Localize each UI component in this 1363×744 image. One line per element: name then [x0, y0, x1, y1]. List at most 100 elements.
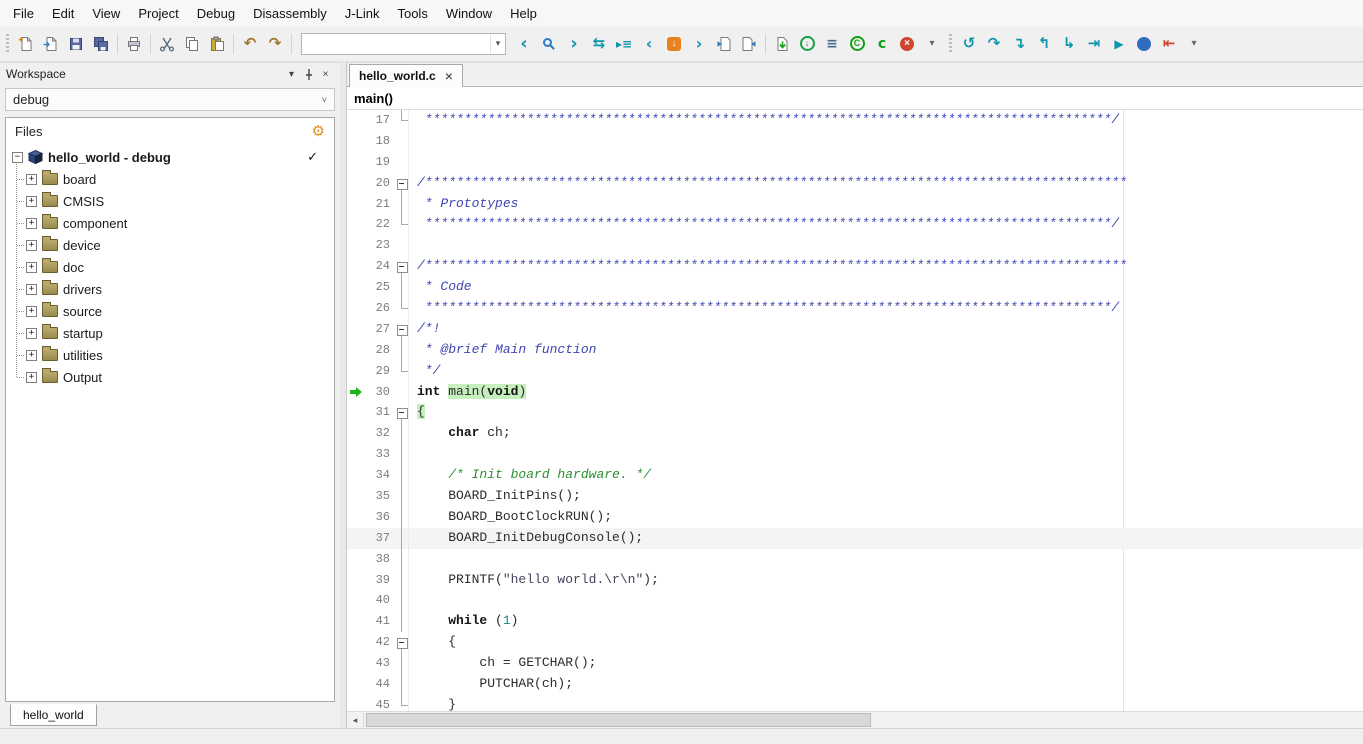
save-all-icon[interactable]: [89, 32, 113, 56]
find-previous-icon[interactable]: ‹: [512, 32, 536, 56]
code-line-29[interactable]: 29 */: [347, 361, 1363, 382]
expand-icon[interactable]: +: [26, 328, 37, 339]
code-line-38[interactable]: 38: [347, 549, 1363, 570]
undo-icon[interactable]: ↶: [238, 32, 262, 56]
code-line-44[interactable]: 44 PUTCHAR(ch);: [347, 674, 1363, 695]
expand-icon[interactable]: +: [26, 218, 37, 229]
next-statement-icon[interactable]: ↳: [1057, 32, 1081, 56]
previous-bookmark-icon[interactable]: ‹: [637, 32, 661, 56]
debug-log-icon[interactable]: ≡: [820, 32, 844, 56]
code-line-20[interactable]: 20/*************************************…: [347, 173, 1363, 194]
menu-window[interactable]: Window: [437, 2, 501, 25]
compile-icon[interactable]: c: [870, 32, 894, 56]
previous-error-icon[interactable]: [712, 32, 736, 56]
horizontal-scrollbar[interactable]: ◂: [347, 711, 1363, 728]
code-line-19[interactable]: 19: [347, 152, 1363, 173]
step-over-icon[interactable]: ↷: [982, 32, 1006, 56]
workspace-menu-icon[interactable]: ▾: [283, 66, 300, 83]
tree-item-component[interactable]: +component: [12, 212, 334, 234]
break-icon[interactable]: [1132, 32, 1156, 56]
code-line-26[interactable]: 26 *************************************…: [347, 298, 1363, 319]
expand-icon[interactable]: +: [26, 372, 37, 383]
step-out-icon[interactable]: ↰: [1032, 32, 1056, 56]
expand-icon[interactable]: +: [26, 350, 37, 361]
tree-item-output[interactable]: +Output: [12, 366, 334, 388]
code-line-45[interactable]: 45 }: [347, 695, 1363, 711]
code-line-39[interactable]: 39 PRINTF("hello world.\r\n");: [347, 570, 1363, 591]
code-line-25[interactable]: 25 * Code: [347, 277, 1363, 298]
expand-icon[interactable]: +: [26, 262, 37, 273]
tab-close-icon[interactable]: ×: [445, 69, 453, 83]
fold-toggle-icon[interactable]: [395, 632, 409, 653]
menu-tools[interactable]: Tools: [388, 2, 436, 25]
go-to-definition-icon[interactable]: ▸≡: [612, 32, 636, 56]
code-line-31[interactable]: 31{: [347, 402, 1363, 423]
scroll-left-icon[interactable]: ◂: [347, 712, 364, 728]
redo-icon[interactable]: ↷: [263, 32, 287, 56]
copy-icon[interactable]: [180, 32, 204, 56]
expand-icon[interactable]: +: [26, 196, 37, 207]
debug-toolbar-options-icon[interactable]: ▾: [1182, 32, 1206, 56]
code-line-33[interactable]: 33: [347, 444, 1363, 465]
navigate-swap-icon[interactable]: ⇆: [587, 32, 611, 56]
menu-edit[interactable]: Edit: [43, 2, 83, 25]
main-toolbar-options-icon[interactable]: ▾: [920, 32, 944, 56]
config-combobox[interactable]: debug ˅: [5, 88, 335, 111]
gear-icon[interactable]: ⚙: [312, 124, 325, 139]
tree-item-project-root[interactable]: − hello_world - debug ✓: [12, 146, 334, 168]
run-to-cursor-icon[interactable]: ⇥: [1082, 32, 1106, 56]
stop-debugging-icon[interactable]: ⇤: [1157, 32, 1181, 56]
code-area[interactable]: 17 *************************************…: [347, 110, 1363, 711]
next-error-icon[interactable]: [737, 32, 761, 56]
reset-icon[interactable]: ↺: [957, 32, 981, 56]
code-line-36[interactable]: 36 BOARD_BootClockRUN();: [347, 507, 1363, 528]
find-input[interactable]: [302, 37, 490, 51]
next-bookmark-icon[interactable]: ›: [687, 32, 711, 56]
close-icon[interactable]: ×: [317, 66, 334, 83]
tree-item-board[interactable]: +board: [12, 168, 334, 190]
step-into-icon[interactable]: ↴: [1007, 32, 1031, 56]
code-line-41[interactable]: 41 while (1): [347, 611, 1363, 632]
code-line-22[interactable]: 22 *************************************…: [347, 214, 1363, 235]
find-icon[interactable]: [537, 32, 561, 56]
tree-item-cmsis[interactable]: +CMSIS: [12, 190, 334, 212]
tree-item-utilities[interactable]: +utilities: [12, 344, 334, 366]
code-line-35[interactable]: 35 BOARD_InitPins();: [347, 486, 1363, 507]
code-line-21[interactable]: 21 * Prototypes: [347, 194, 1363, 215]
code-line-43[interactable]: 43 ch = GETCHAR();: [347, 653, 1363, 674]
fold-toggle-icon[interactable]: [395, 256, 409, 277]
menu-file[interactable]: File: [4, 2, 43, 25]
paste-icon[interactable]: [205, 32, 229, 56]
code-line-28[interactable]: 28 * @brief Main function: [347, 340, 1363, 361]
tree-item-doc[interactable]: +doc: [12, 256, 334, 278]
expand-icon[interactable]: +: [26, 174, 37, 185]
find-next-icon[interactable]: ›: [562, 32, 586, 56]
expand-icon[interactable]: +: [26, 284, 37, 295]
code-line-32[interactable]: 32 char ch;: [347, 423, 1363, 444]
code-line-27[interactable]: 27/*!: [347, 319, 1363, 340]
tree-item-drivers[interactable]: +drivers: [12, 278, 334, 300]
cut-icon[interactable]: [155, 32, 179, 56]
code-line-30[interactable]: 30int main(void): [347, 382, 1363, 403]
scrollbar-thumb[interactable]: [366, 713, 871, 727]
print-icon[interactable]: [122, 32, 146, 56]
workspace-tab-hello-world[interactable]: hello_world: [10, 704, 97, 726]
menu-jlink[interactable]: J-Link: [336, 2, 389, 25]
code-line-23[interactable]: 23: [347, 235, 1363, 256]
code-line-17[interactable]: 17 *************************************…: [347, 110, 1363, 131]
menu-help[interactable]: Help: [501, 2, 546, 25]
new-document-icon[interactable]: [14, 32, 38, 56]
menu-disassembly[interactable]: Disassembly: [244, 2, 336, 25]
fold-toggle-icon[interactable]: [395, 173, 409, 194]
debug-without-downloading-icon[interactable]: ↓: [795, 32, 819, 56]
toggle-breakpoint-icon[interactable]: ↓: [662, 32, 686, 56]
code-line-42[interactable]: 42 {: [347, 632, 1363, 653]
menu-debug[interactable]: Debug: [188, 2, 244, 25]
collapse-icon[interactable]: −: [12, 152, 23, 163]
tree-item-device[interactable]: +device: [12, 234, 334, 256]
stop-build-icon[interactable]: ×: [895, 32, 919, 56]
open-document-icon[interactable]: [39, 32, 63, 56]
code-line-37[interactable]: 37 BOARD_InitDebugConsole();: [347, 528, 1363, 549]
expand-icon[interactable]: +: [26, 240, 37, 251]
code-line-34[interactable]: 34 /* Init board hardware. */: [347, 465, 1363, 486]
